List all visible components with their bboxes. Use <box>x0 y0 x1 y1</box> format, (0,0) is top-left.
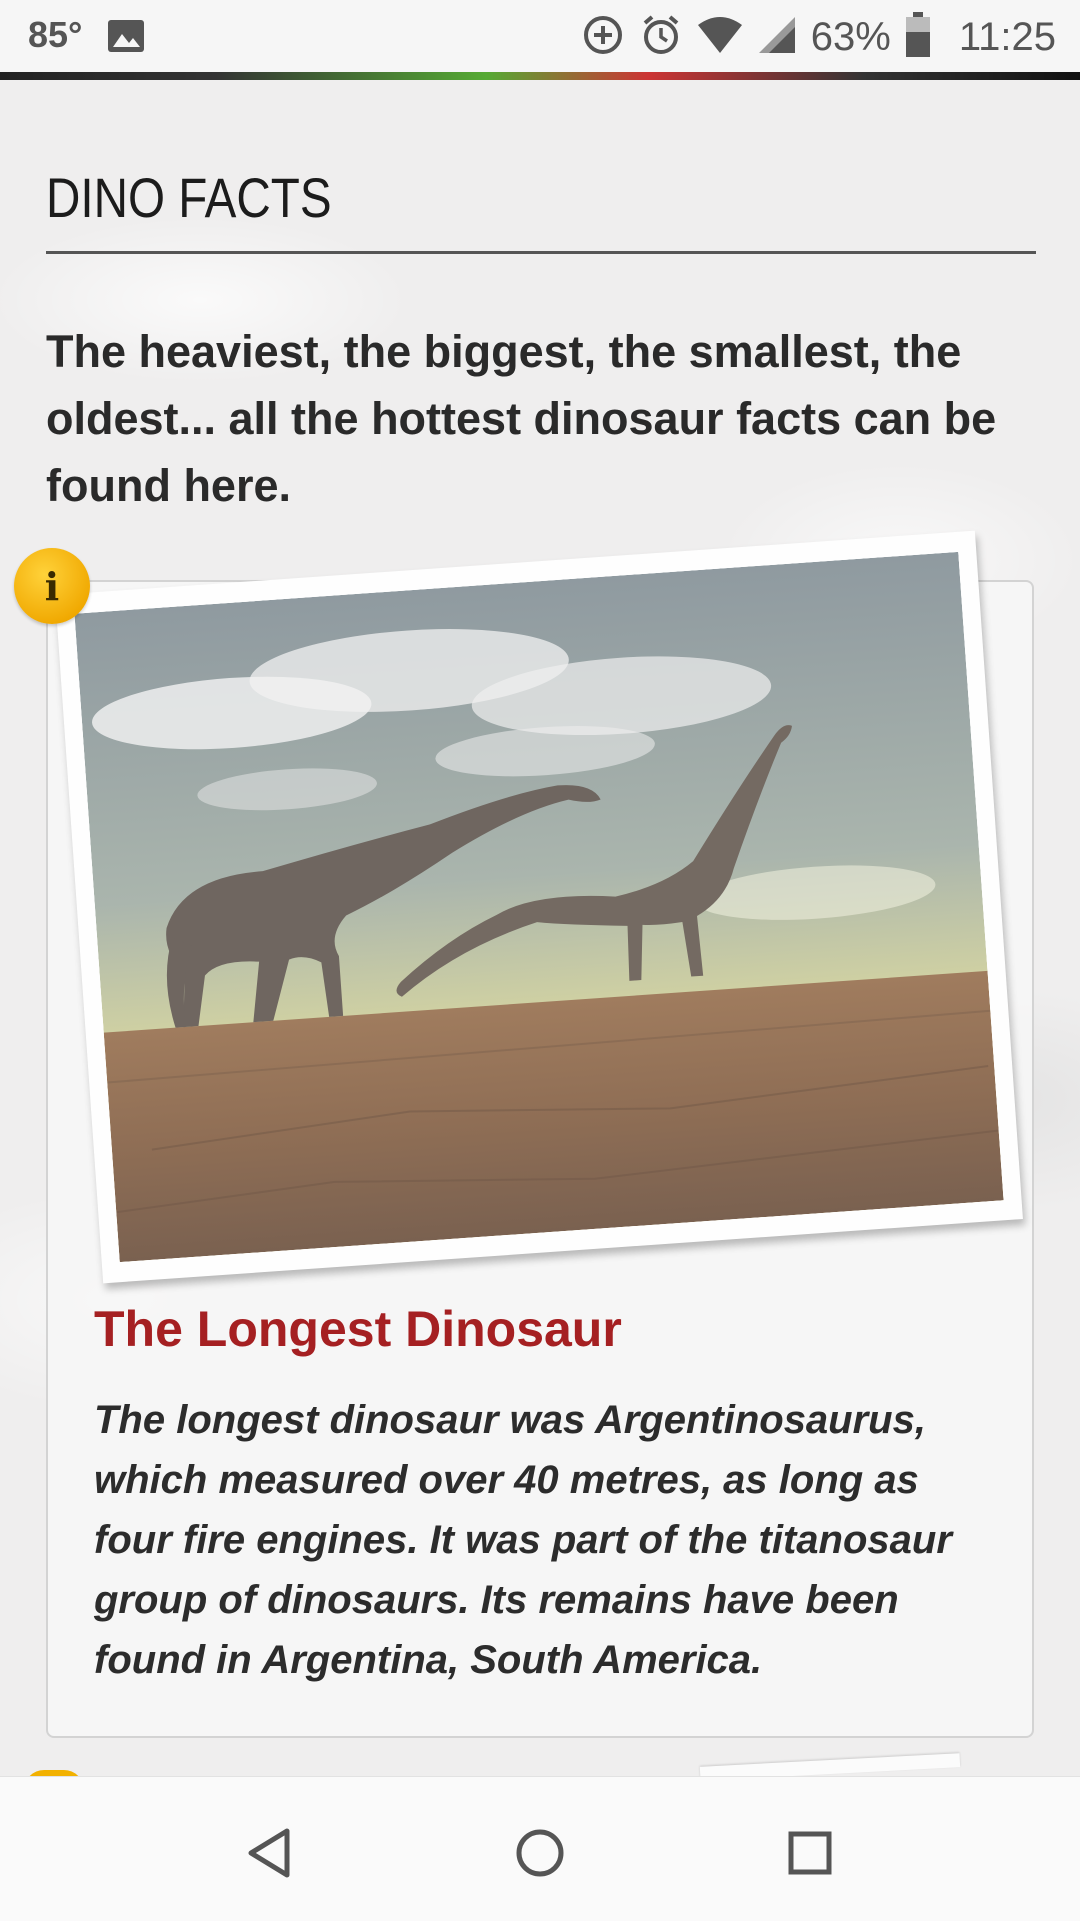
intro-text: The heaviest, the biggest, the smallest,… <box>46 326 997 511</box>
fact-description: The longest dinosaur was Argentinosaurus… <box>94 1398 952 1682</box>
title-divider <box>46 251 1036 254</box>
fact-title[interactable]: The Longest Dinosaur <box>94 1300 622 1358</box>
alarm-icon <box>639 13 683 62</box>
recents-square-icon[interactable] <box>770 1813 850 1893</box>
battery-icon <box>905 11 931 63</box>
wifi-icon <box>697 15 743 60</box>
page-title: DINO FACTS <box>46 166 332 229</box>
header-banner-edge <box>0 72 1080 80</box>
clock-time: 11:25 <box>958 14 1056 59</box>
fact-photo[interactable] <box>74 551 1004 1263</box>
back-triangle-icon[interactable] <box>230 1813 310 1893</box>
system-navigation-bar <box>0 1776 1080 1921</box>
data-saver-icon <box>581 13 625 62</box>
cell-signal-icon <box>757 15 797 60</box>
status-bar: 85° 63% 11:25 <box>0 0 1080 74</box>
fact-photo-frame[interactable] <box>55 530 1023 1284</box>
temperature-text: 85° <box>28 14 83 55</box>
info-badge-icon[interactable]: i <box>14 548 90 624</box>
image-notification-icon <box>106 16 146 61</box>
battery-percentage: 63% <box>810 14 891 59</box>
home-circle-icon[interactable] <box>500 1813 580 1893</box>
